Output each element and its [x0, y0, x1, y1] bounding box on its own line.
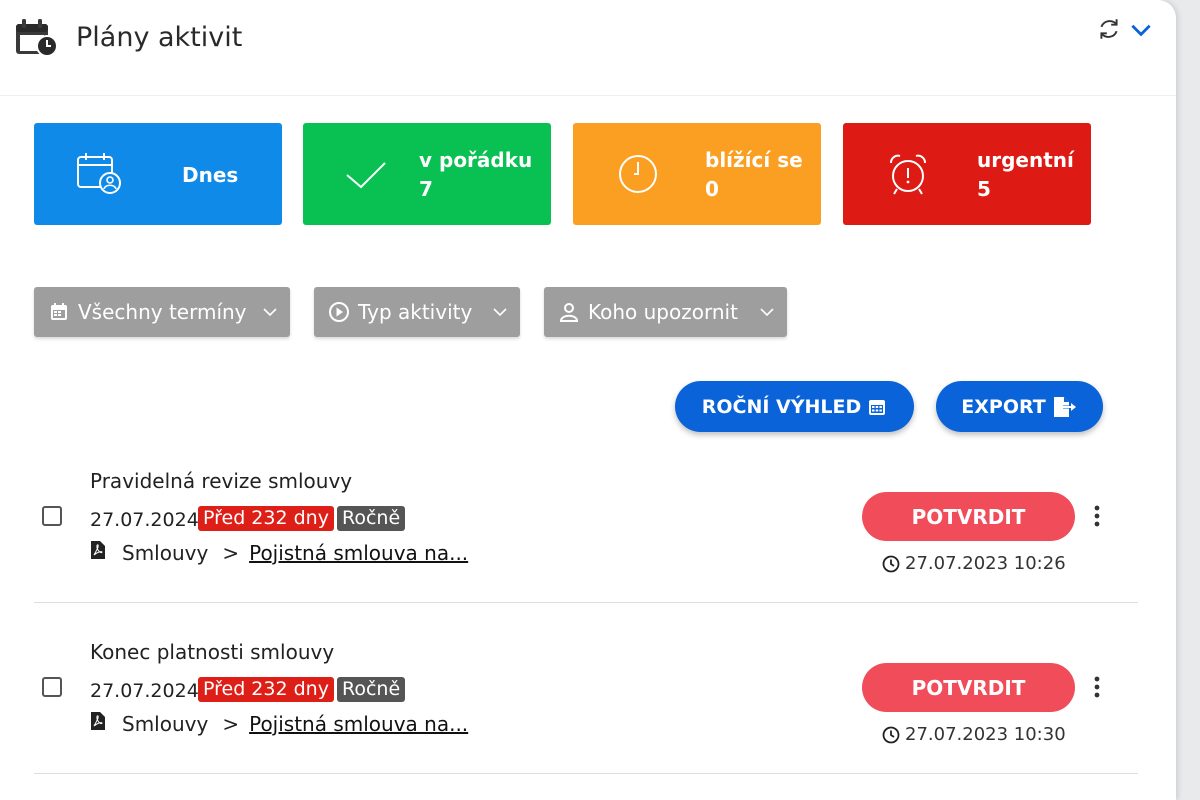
- file-export-icon: [1053, 396, 1076, 417]
- export-label: EXPORT: [961, 395, 1046, 418]
- filter-label: Všechny termíny: [78, 300, 247, 324]
- breadcrumb: Smlouvy > Pojistná smlouva na...: [122, 541, 468, 565]
- timestamp: 27.07.2023 10:26: [882, 553, 1066, 574]
- timestamp: 27.07.2023 10:30: [882, 724, 1066, 745]
- tile-ok[interactable]: v pořádku 7: [303, 123, 551, 225]
- contract-link[interactable]: Pojistná smlouva na...: [249, 712, 468, 736]
- page-title: Plány aktivit: [76, 22, 243, 53]
- breadcrumb-separator: >: [222, 541, 240, 565]
- select-checkbox[interactable]: [42, 506, 62, 526]
- yearly-outlook-button[interactable]: ROČNÍ VÝHLED: [675, 381, 914, 432]
- chevron-down-icon: [263, 308, 277, 317]
- calendar-icon: [51, 303, 67, 320]
- filter-label: Typ aktivity: [358, 300, 473, 324]
- filter-all-terms[interactable]: Všechny termíny: [34, 287, 290, 337]
- alarm-clock-icon: [890, 154, 926, 195]
- user-icon: [559, 303, 579, 322]
- overdue-badge: Před 232 dny: [198, 506, 334, 531]
- clock-icon: [619, 155, 657, 193]
- play-circle-icon: [329, 302, 349, 322]
- timestamp-value: 27.07.2023 10:26: [905, 553, 1066, 574]
- activity-plans-panel: Plány aktivit Dnes v pořádku 7 blížící s…: [0, 0, 1176, 800]
- pdf-file-icon: [91, 712, 105, 730]
- tile-label: v pořádku: [419, 148, 533, 172]
- calendar-user-icon: [77, 153, 121, 194]
- confirm-button[interactable]: POTVRDIT: [862, 492, 1075, 541]
- frequency-badge: Ročně: [337, 506, 406, 531]
- more-options-icon[interactable]: [1090, 674, 1104, 700]
- tile-today[interactable]: Dnes: [34, 123, 282, 225]
- list-item: Konec platnosti smlouvy 27.07.2024 Před …: [34, 603, 1138, 774]
- calendar-clock-icon: [16, 19, 58, 57]
- export-button[interactable]: EXPORT: [936, 381, 1103, 432]
- chevron-down-icon: [760, 308, 774, 317]
- item-date: 27.07.2024: [90, 509, 199, 531]
- checkmark-icon: [346, 162, 386, 189]
- chevron-down-icon: [493, 308, 507, 317]
- item-title: Konec platnosti smlouvy: [90, 640, 335, 664]
- tile-count: 7: [419, 177, 433, 201]
- filter-label: Koho upozornit: [588, 300, 738, 324]
- filter-activity-type[interactable]: Typ aktivity: [314, 287, 520, 337]
- tile-label: blížící se: [705, 148, 803, 172]
- calendar-icon: [869, 399, 886, 415]
- breadcrumb-category[interactable]: Smlouvy: [122, 541, 208, 565]
- yearly-outlook-label: ROČNÍ VÝHLED: [701, 395, 862, 418]
- pdf-file-icon: [91, 541, 105, 559]
- panel-header: Plány aktivit: [0, 0, 1176, 96]
- breadcrumb: Smlouvy > Pojistná smlouva na...: [122, 712, 468, 736]
- tile-count: 5: [977, 177, 991, 201]
- breadcrumb-category[interactable]: Smlouvy: [122, 712, 208, 736]
- clock-icon: [882, 555, 900, 572]
- tile-upcoming[interactable]: blížící se 0: [573, 123, 821, 225]
- list-item: Pravidelná revize smlouvy 27.07.2024 Pře…: [34, 432, 1138, 603]
- breadcrumb-separator: >: [222, 712, 240, 736]
- chevron-down-icon[interactable]: [1128, 16, 1154, 42]
- frequency-badge: Ročně: [337, 677, 406, 702]
- confirm-button[interactable]: POTVRDIT: [862, 663, 1075, 712]
- timestamp-value: 27.07.2023 10:30: [905, 724, 1066, 745]
- more-options-icon[interactable]: [1090, 503, 1104, 529]
- refresh-icon[interactable]: [1096, 16, 1122, 42]
- select-checkbox[interactable]: [42, 677, 62, 697]
- tile-label: Dnes: [182, 163, 239, 187]
- tile-count: 0: [705, 177, 719, 201]
- overdue-badge: Před 232 dny: [198, 677, 334, 702]
- clock-icon: [882, 726, 900, 743]
- filter-notify-whom[interactable]: Koho upozornit: [544, 287, 787, 337]
- tile-label: urgentní: [977, 148, 1074, 172]
- item-title: Pravidelná revize smlouvy: [90, 469, 353, 493]
- item-date: 27.07.2024: [90, 680, 199, 702]
- contract-link[interactable]: Pojistná smlouva na...: [249, 541, 468, 565]
- tile-urgent[interactable]: urgentní 5: [843, 123, 1091, 225]
